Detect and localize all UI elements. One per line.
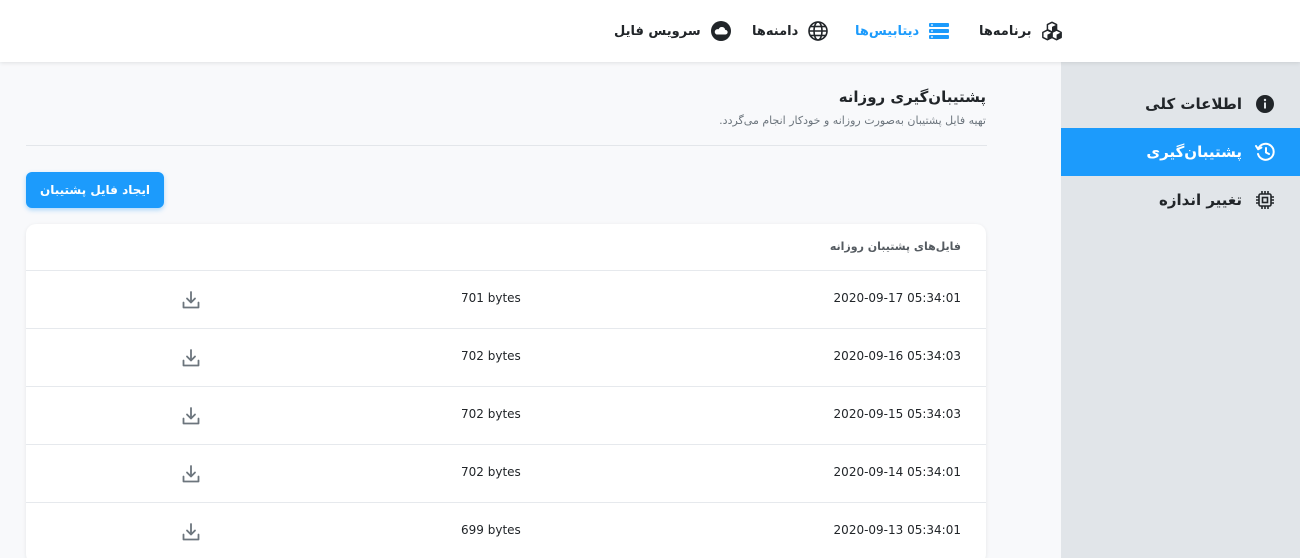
sidebar: اطلاعات کلی پشتیبان‌گیری تغی [1061, 62, 1300, 558]
table-row: 2020-09-16 05:34:03 702 bytes [26, 329, 986, 387]
backups-card-header: فایل‌های پشتیبان روزانه [26, 224, 986, 271]
nav-item-domains[interactable]: دامنه‌ها [752, 18, 829, 44]
globe-icon [807, 20, 829, 42]
backup-date: 2020-09-13 05:34:01 [833, 523, 961, 537]
chip-icon [1254, 189, 1276, 211]
sidebar-item-backup-label: پشتیبان‌گیری [1146, 143, 1242, 161]
sidebar-item-overview[interactable]: اطلاعات کلی [1061, 80, 1300, 128]
cubes-icon [1041, 20, 1063, 42]
sidebar-item-resize-label: تغییر اندازه [1159, 191, 1242, 209]
backup-date: 2020-09-15 05:34:03 [833, 407, 961, 421]
backup-date: 2020-09-17 05:34:01 [833, 291, 961, 305]
sidebar-item-resize[interactable]: تغییر اندازه [1061, 176, 1300, 224]
table-row: 2020-09-14 05:34:01 702 bytes [26, 445, 986, 503]
page-title: پشتیبان‌گیری روزانه [838, 88, 986, 106]
download-icon[interactable] [180, 463, 202, 485]
nav-item-apps[interactable]: برنامه‌ها [979, 18, 1063, 44]
info-icon [1254, 93, 1276, 115]
nav-item-domains-label: دامنه‌ها [752, 23, 799, 39]
backup-size: 699 bytes [461, 523, 521, 537]
download-icon[interactable] [180, 289, 202, 311]
sidebar-item-backup[interactable]: پشتیبان‌گیری [1061, 128, 1300, 176]
backup-size: 702 bytes [461, 465, 521, 479]
divider [26, 145, 987, 146]
download-icon[interactable] [180, 405, 202, 427]
page-subtitle: تهیه فایل پشتیبان به‌صورت روزانه و خودکا… [719, 114, 986, 127]
nav-item-databases[interactable]: دیتابیس‌ها [855, 18, 950, 44]
backup-size: 701 bytes [461, 291, 521, 305]
backups-table-title: فایل‌های پشتیبان روزانه [829, 240, 961, 253]
table-row: 2020-09-15 05:34:03 702 bytes [26, 387, 986, 445]
table-row: 2020-09-17 05:34:01 701 bytes [26, 271, 986, 329]
nav-item-file-service-label: سرویس فایل [614, 23, 701, 39]
download-icon[interactable] [180, 521, 202, 543]
sidebar-item-overview-label: اطلاعات کلی [1145, 95, 1242, 113]
table-row: 2020-09-13 05:34:01 699 bytes [26, 503, 986, 558]
top-nav: برنامه‌ها دیتابیس‌ها [0, 0, 1300, 62]
nav-item-file-service[interactable]: سرویس فایل [614, 18, 732, 44]
backup-size: 702 bytes [461, 407, 521, 421]
create-backup-button[interactable]: ایجاد فایل پشتیبان [26, 172, 164, 208]
backup-date: 2020-09-16 05:34:03 [833, 349, 961, 363]
database-icon [928, 20, 950, 42]
nav-item-databases-label: دیتابیس‌ها [855, 23, 920, 39]
history-icon [1254, 141, 1276, 163]
backup-date: 2020-09-14 05:34:01 [833, 465, 961, 479]
backups-card: فایل‌های پشتیبان روزانه 2020-09-17 05:34… [26, 224, 986, 558]
nav-item-apps-label: برنامه‌ها [979, 23, 1032, 39]
cloud-icon [710, 20, 732, 42]
backup-size: 702 bytes [461, 349, 521, 363]
download-icon[interactable] [180, 347, 202, 369]
